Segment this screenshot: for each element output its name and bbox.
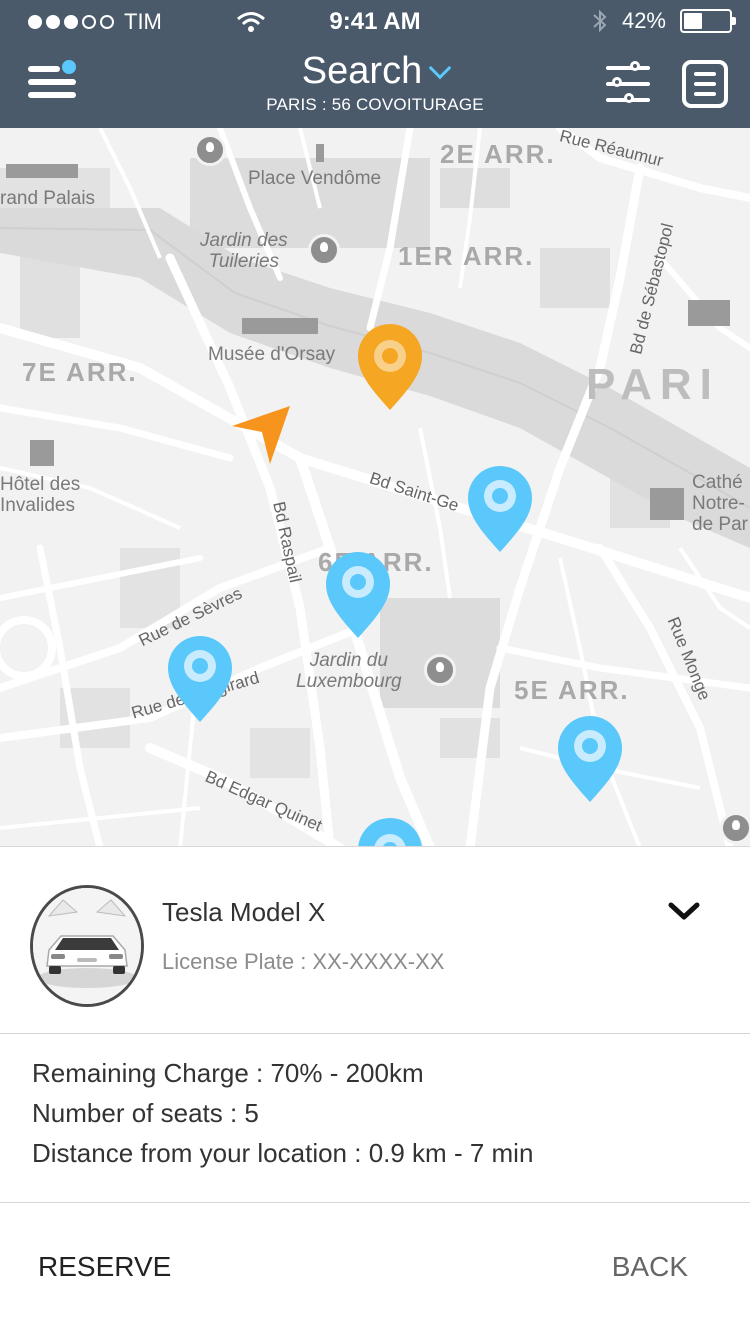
car-photo-icon <box>33 888 141 1004</box>
battery-percent: 42% <box>621 8 666 33</box>
map-label-6e-arr: 6E ARR. <box>318 547 434 577</box>
battery-icon <box>680 9 736 33</box>
map-label-7e-arr: 7E ARR. <box>22 357 138 387</box>
map-label-2e-arr: 2E ARR. <box>440 139 556 169</box>
license-plate: License Plate : XX-XXXX-XX <box>162 949 445 974</box>
school-icon <box>720 812 750 844</box>
map-label-paris: PARI <box>586 360 720 409</box>
map-label-jardin-luxembourg: Jardin du Luxembourg <box>296 650 402 692</box>
map-label-hotel-invalides: Hôtel des Invalides <box>0 474 81 516</box>
card-actions: RESERVE BACK <box>0 1203 750 1334</box>
bluetooth-icon <box>593 9 607 33</box>
car-info: Remaining Charge : 70% - 200km Number of… <box>0 1035 750 1203</box>
app-header: TIM 9:41 AM 42% Search PARIS : 56 COVOIT… <box>0 0 750 128</box>
map-label-musee-orsay: Musée d'Orsay <box>208 344 336 365</box>
metro-station-icon <box>194 134 226 166</box>
distance-from-location: Distance from your location : 0.9 km - 7… <box>32 1138 534 1168</box>
map-label-place-vendome: Place Vendôme <box>248 168 382 189</box>
map-view[interactable]: Place Vendôme rand Palais Jardin des Tuil… <box>0 128 750 848</box>
number-of-seats: Number of seats : 5 <box>32 1098 259 1128</box>
page-title[interactable]: Search <box>301 50 452 93</box>
list-view-button[interactable] <box>682 60 728 108</box>
chevron-down-icon[interactable] <box>668 899 700 923</box>
status-bar: TIM 9:41 AM 42% <box>0 0 750 40</box>
car-summary[interactable]: Tesla Model X License Plate : XX-XXXX-XX <box>0 847 750 1034</box>
park-icon <box>424 654 456 686</box>
car-avatar <box>30 885 144 1007</box>
car-details-card: Tesla Model X License Plate : XX-XXXX-XX… <box>0 846 750 1334</box>
map-label-1er-arr: 1ER ARR. <box>398 241 535 271</box>
map-label-5e-arr: 5E ARR. <box>514 675 630 705</box>
reserve-button[interactable]: RESERVE <box>38 1251 171 1283</box>
map-label-notre-dame: Cathé Notre-de Par <box>692 472 748 535</box>
chevron-down-icon <box>428 56 452 79</box>
park-icon <box>308 234 340 266</box>
status-right: 42% <box>592 8 736 34</box>
map-label-jardin-tuileries: Jardin des Tuileries <box>200 230 288 272</box>
battery-fill <box>684 13 703 29</box>
remaining-charge: Remaining Charge : 70% - 200km <box>32 1058 424 1088</box>
back-button[interactable]: BACK <box>612 1251 688 1283</box>
page-title-text: Search <box>301 50 423 92</box>
filter-button[interactable] <box>604 60 652 108</box>
map-label-grand-palais: rand Palais <box>0 188 96 209</box>
car-name: Tesla Model X <box>162 897 326 927</box>
